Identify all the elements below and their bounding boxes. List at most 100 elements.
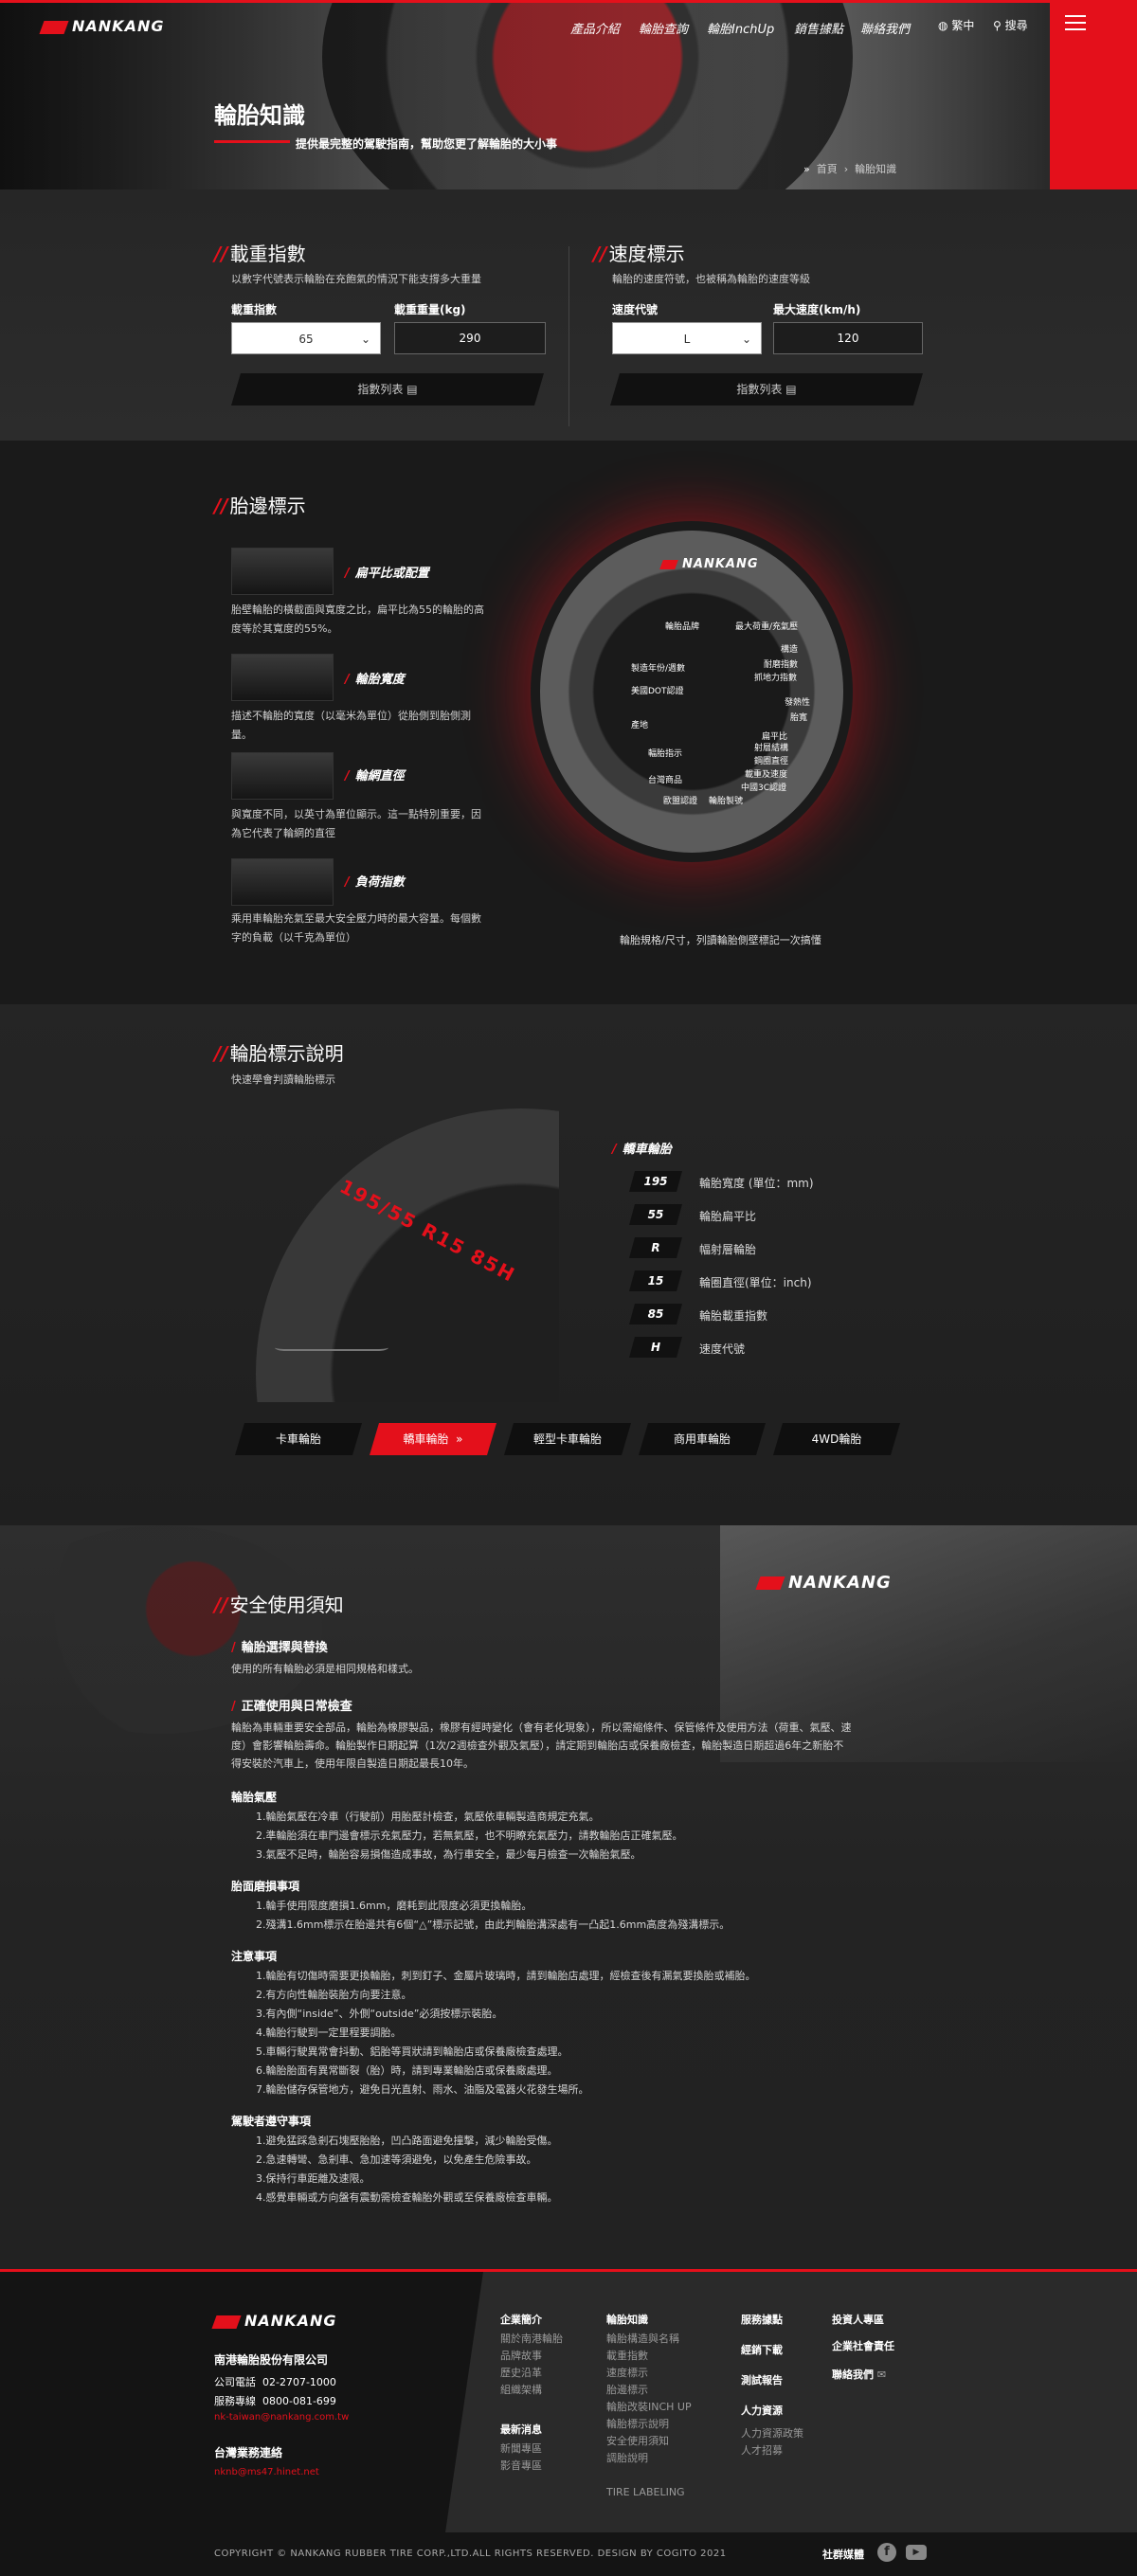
aspect-ratio-heading: 扁平比或配置 <box>345 563 429 581</box>
callout-rim: 鋼圈直徑 <box>754 757 789 766</box>
speed-desc: 輪胎的速度符號，也被稱為輪胎的速度等級 <box>612 273 810 285</box>
footer-news-heading[interactable]: 最新消息 <box>500 2422 542 2437</box>
search-icon: ⚲ <box>993 19 1002 32</box>
load-index-heading: 負荷指數 <box>345 872 405 890</box>
footer-test-heading[interactable]: 測試報告 <box>741 2372 783 2387</box>
page-subtitle: 提供最完整的駕駛指南，幫助您更了解輪胎的大小事 <box>296 137 558 151</box>
youtube-icon[interactable]: ▶ <box>906 2545 927 2560</box>
nav-item-inchup[interactable]: 輪胎InchUp <box>707 19 774 37</box>
callout-ply: 射層結構 <box>754 744 789 753</box>
rim-diameter-heading: 輪網直徑 <box>345 766 405 784</box>
phone-label: 公司電話 <box>214 2376 256 2388</box>
footer-download-heading[interactable]: 經銷下載 <box>741 2342 783 2357</box>
language-switch[interactable]: ◍ 繁中 <box>938 17 974 33</box>
footer-logo[interactable]: NANKANG <box>211 2312 336 2330</box>
tab-sedan[interactable]: 轎車輪胎 » <box>370 1423 496 1455</box>
marking-tire-image: 195/55 R15 85H <box>218 1108 559 1402</box>
double-chevron-icon: » <box>803 163 810 175</box>
tire-width-heading: 輪胎寬度 <box>345 669 405 687</box>
diagram-brand-logo: NANKANG <box>659 557 759 571</box>
load-weight-field: 290 <box>394 322 546 354</box>
sidewall-title: //胎邊標示 <box>214 495 306 517</box>
footer-knowledge-heading[interactable]: 輪胎知識 <box>606 2312 648 2327</box>
biz-contact-title: 台灣業務連絡 <box>214 2446 283 2459</box>
nav-item-products[interactable]: 產品介紹 <box>570 19 620 37</box>
facebook-icon[interactable]: f <box>877 2543 896 2562</box>
breadcrumb: » 首頁 › 輪胎知識 <box>803 163 897 175</box>
mail-icon: ✉ <box>876 2369 887 2381</box>
callout-serial: 輪胎製號 <box>709 797 744 806</box>
brand-logo[interactable]: NANKANG <box>39 17 164 35</box>
page-title: 輪胎知識 <box>214 102 305 129</box>
footer-csr-heading[interactable]: 企業社會責任 <box>832 2338 894 2353</box>
code-speed: H <box>629 1337 682 1358</box>
email-link[interactable]: nk-taiwan@nankang.com.tw <box>214 2412 349 2423</box>
hamburger-menu-icon[interactable] <box>1065 15 1086 30</box>
load-index-label: 載重指數 <box>231 303 278 316</box>
callout-origin: 產地 <box>631 721 649 730</box>
driver-heading: 駕駛者遵守事項 <box>231 2115 312 2128</box>
callout-width: 胎寬 <box>790 713 808 723</box>
callout-ccc: 中國3C認證 <box>741 784 787 793</box>
speed-code-select[interactable]: L ⌄ <box>612 322 762 354</box>
load-index-desc: 以數字代號表示輪胎在充飽氣的情況下能支撐多大重量 <box>231 273 481 285</box>
code-radial: R <box>629 1237 682 1258</box>
company-name: 南港輪胎股份有限公司 <box>214 2353 329 2367</box>
search-button[interactable]: ⚲ 搜尋 <box>993 17 1028 33</box>
speed-title: //速度標示 <box>593 243 685 265</box>
tab-commercial[interactable]: 商用車輪胎 <box>639 1423 766 1455</box>
callout-treadwear: 耐磨指數 <box>764 660 799 670</box>
load-index-list-button[interactable]: 指數列表 ▤ <box>231 373 544 405</box>
safety-title: //安全使用須知 <box>214 1594 344 1616</box>
footer-contact-heading[interactable]: 聯絡我們 ✉ <box>832 2367 886 2382</box>
load-index-select[interactable]: 65 ⌄ <box>231 322 381 354</box>
breadcrumb-current: 輪胎知識 <box>855 163 897 175</box>
sedan-tire-heading: 轎車輪胎 <box>612 1139 672 1157</box>
speed-code-label: 速度代號 <box>612 303 659 316</box>
social-label: 社群媒體 <box>822 2549 864 2561</box>
safety-sub1: 輪胎選擇與替換 <box>231 1637 328 1655</box>
load-index-title: //載重指數 <box>214 243 306 265</box>
phone-number: 02-2707-1000 <box>262 2376 336 2388</box>
code-width: 195 <box>629 1171 682 1192</box>
service-label: 服務專線 <box>214 2395 256 2407</box>
biz-email-link[interactable]: nknb@ms47.hinet.net <box>214 2467 319 2477</box>
tab-light-truck[interactable]: 輕型卡車輪胎 <box>504 1423 631 1455</box>
tab-truck[interactable]: 卡車輪胎 <box>235 1423 362 1455</box>
callout-maxload: 最大荷重/充氣壓 <box>735 622 799 632</box>
footer-hr-heading[interactable]: 人力資源 <box>741 2403 783 2418</box>
nav-item-tire-search[interactable]: 輪胎查詢 <box>639 19 688 37</box>
marking-desc: 快速學會判讀輪胎標示 <box>231 1073 335 1086</box>
max-speed-label: 最大速度(km/h) <box>773 303 861 316</box>
speed-list-button[interactable]: 指數列表 ▤ <box>610 373 923 405</box>
footer-about-heading[interactable]: 企業簡介 <box>500 2312 542 2327</box>
safety-sub2: 正確使用與日常檢查 <box>231 1696 352 1714</box>
car-icon <box>275 1317 388 1351</box>
callout-traction: 抓地力指數 <box>754 674 798 683</box>
callout-load-speed: 載重及速度 <box>745 770 788 780</box>
breadcrumb-home[interactable]: 首頁 <box>817 163 838 175</box>
footer-dealers-heading[interactable]: 服務據點 <box>741 2312 783 2327</box>
pressure-heading: 輪胎氣壓 <box>231 1791 278 1804</box>
callout-date: 製造年份/週數 <box>631 664 686 674</box>
sidewall-diagram: NANKANG <box>540 521 843 862</box>
max-speed-field: 120 <box>773 322 923 354</box>
code-rim: 15 <box>629 1270 682 1291</box>
callout-tw: 台灣商品 <box>648 776 683 785</box>
tread-heading: 胎面磨損事項 <box>231 1880 300 1893</box>
nav-item-dealers[interactable]: 銷售據點 <box>794 19 843 37</box>
callout-radial: 輻胎指示 <box>648 749 683 759</box>
footer-investor-heading[interactable]: 投資人專區 <box>832 2312 884 2327</box>
list-icon: ▤ <box>406 383 418 396</box>
nav-item-contact[interactable]: 聯絡我們 <box>860 19 910 37</box>
car-livery-logo: NANKANG <box>755 1573 892 1593</box>
tab-4wd[interactable]: 4WD輪胎 <box>773 1423 900 1455</box>
callout-brand: 輪胎品牌 <box>665 622 700 632</box>
globe-icon: ◍ <box>938 19 948 32</box>
code-load: 85 <box>629 1304 682 1324</box>
load-weight-label: 載重重量(kg) <box>394 303 466 316</box>
service-number: 0800-081-699 <box>262 2395 336 2407</box>
tire-width-image <box>231 654 334 701</box>
callout-eu: 歐盟認證 <box>663 797 698 806</box>
sidewall-caption: 輪胎規格/尺寸，列讀輪胎側壁標記一次搞懂 <box>620 934 821 946</box>
